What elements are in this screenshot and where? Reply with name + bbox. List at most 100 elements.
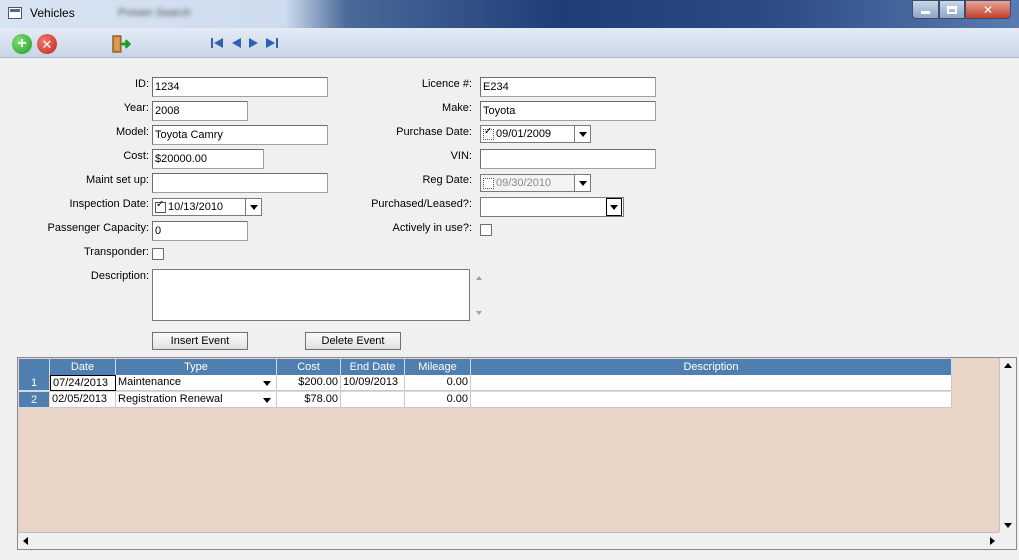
maint-setup-field[interactable]	[152, 173, 328, 193]
purchased-leased-dropdown-icon[interactable]	[606, 198, 622, 216]
cost-label: Cost:	[123, 150, 149, 162]
column-header-date[interactable]: Date	[50, 359, 116, 375]
window-controls: ✕	[912, 0, 1011, 19]
description-scroll-down-icon[interactable]	[476, 311, 482, 315]
maint-setup-label: Maint set up:	[86, 174, 149, 186]
cell-date[interactable]: 07/24/2013	[50, 375, 116, 391]
add-icon: +	[12, 34, 32, 54]
make-label: Make:	[442, 102, 472, 114]
previous-record-icon[interactable]	[229, 36, 243, 50]
vin-field[interactable]	[480, 149, 656, 169]
scroll-up-icon[interactable]	[1004, 363, 1012, 368]
reg-date-value: 09/30/2010	[496, 177, 552, 189]
cell-type[interactable]: Maintenance	[116, 375, 277, 391]
window-subtitle-blurred: Proven Search	[118, 7, 191, 19]
cell-cost[interactable]: $78.00	[277, 392, 341, 408]
transponder-checkbox[interactable]	[152, 248, 164, 260]
scrollbar-corner	[999, 532, 1016, 549]
next-record-icon[interactable]	[247, 36, 261, 50]
licence-field[interactable]: E234	[480, 77, 656, 97]
actively-in-use-label: Actively in use?:	[392, 222, 472, 234]
column-header-mileage[interactable]: Mileage	[405, 359, 471, 375]
delete-button[interactable]: ✕	[37, 34, 57, 54]
column-header-end-date[interactable]: End Date	[341, 359, 405, 375]
reg-date-dropdown-icon[interactable]	[574, 175, 590, 191]
scroll-down-icon[interactable]	[1004, 523, 1012, 528]
cell-cost[interactable]: $200.00	[277, 375, 341, 391]
inspection-date-dropdown-icon[interactable]	[245, 199, 261, 215]
model-field[interactable]: Toyota Camry	[152, 125, 328, 145]
cell-mileage[interactable]: 0.00	[405, 375, 471, 391]
cell-mileage[interactable]: 0.00	[405, 392, 471, 408]
reg-date-label: Reg Date:	[422, 174, 472, 186]
passenger-capacity-field[interactable]: 0	[152, 221, 248, 241]
actively-in-use-checkbox[interactable]	[480, 224, 492, 236]
close-icon: ✕	[982, 2, 994, 17]
scroll-right-icon[interactable]	[990, 537, 995, 545]
cell-date[interactable]: 02/05/2013	[50, 392, 116, 408]
add-button[interactable]: +	[12, 34, 32, 54]
column-header-description[interactable]: Description	[471, 359, 952, 375]
purchase-date-value: 09/01/2009	[496, 128, 552, 140]
insert-event-button[interactable]: Insert Event	[152, 332, 248, 350]
vehicle-form: ID: 1234 Year: 2008 Model: Toyota Camry …	[10, 59, 1019, 350]
events-grid: Date Type Cost End Date Mileage Descript…	[17, 357, 1017, 550]
reg-date-picker[interactable]: 09/30/2010	[480, 174, 591, 192]
id-field[interactable]: 1234	[152, 77, 328, 97]
cell-type[interactable]: Registration Renewal	[116, 392, 277, 408]
cell-description[interactable]	[471, 392, 952, 408]
minimize-button[interactable]	[912, 0, 939, 19]
last-record-icon[interactable]	[265, 36, 279, 50]
inspection-date-picker[interactable]: 10/13/2010	[152, 198, 262, 216]
year-field[interactable]: 2008	[152, 101, 248, 121]
purchase-date-label: Purchase Date:	[396, 126, 472, 138]
cell-end-date[interactable]: 10/09/2013	[341, 375, 405, 391]
toolbar: + ✕	[0, 28, 1019, 58]
model-label: Model:	[115, 126, 149, 138]
vertical-scrollbar[interactable]	[999, 358, 1016, 533]
cell-end-date[interactable]	[341, 392, 405, 408]
year-label: Year:	[123, 102, 149, 114]
type-dropdown-icon[interactable]	[260, 393, 274, 407]
inspection-date-label: Inspection Date:	[69, 198, 150, 210]
exit-button[interactable]	[111, 34, 131, 54]
description-field[interactable]	[152, 269, 470, 321]
cost-field[interactable]: $20000.00	[152, 149, 264, 169]
vin-label: VIN:	[450, 150, 472, 162]
purchase-date-dropdown-icon[interactable]	[574, 126, 590, 142]
column-header-cost[interactable]: Cost	[277, 359, 341, 375]
description-label: Description:	[90, 270, 149, 282]
minimize-icon	[921, 10, 930, 14]
purchased-leased-label: Purchased/Leased?:	[371, 198, 472, 210]
purchase-date-picker[interactable]: 09/01/2009	[480, 125, 591, 143]
horizontal-scrollbar[interactable]	[18, 532, 1000, 549]
cell-type-value: Registration Renewal	[118, 393, 223, 405]
row-number[interactable]: 1	[19, 375, 49, 391]
passenger-capacity-label: Passenger Capacity:	[47, 222, 150, 234]
type-dropdown-icon[interactable]	[260, 376, 274, 390]
delete-event-button[interactable]: Delete Event	[305, 332, 401, 350]
row-number[interactable]: 2	[19, 392, 49, 408]
first-record-icon[interactable]	[210, 36, 224, 50]
exit-door-icon	[112, 35, 131, 53]
maximize-button[interactable]	[939, 0, 965, 19]
licence-label: Licence #:	[421, 78, 472, 90]
description-scroll-up-icon[interactable]	[476, 276, 482, 280]
inspection-date-checkbox[interactable]	[155, 200, 166, 213]
column-header-type[interactable]: Type	[116, 359, 277, 375]
grid-corner-header	[19, 359, 50, 375]
id-label: ID:	[134, 78, 149, 90]
close-button[interactable]: ✕	[965, 0, 1011, 19]
cell-description[interactable]	[471, 375, 952, 391]
reg-date-checkbox[interactable]	[483, 177, 494, 189]
app-window-icon	[8, 7, 22, 19]
make-field[interactable]: Toyota	[480, 101, 656, 121]
window-title: Vehicles	[30, 6, 75, 20]
inspection-date-value: 10/13/2010	[168, 201, 224, 213]
delete-icon: ✕	[37, 34, 57, 54]
purchased-leased-select[interactable]	[480, 197, 624, 217]
cell-type-value: Maintenance	[118, 376, 181, 388]
purchase-date-checkbox[interactable]	[483, 127, 494, 140]
scroll-left-icon[interactable]	[23, 537, 28, 545]
title-bar: Vehicles Proven Search ✕	[0, 0, 1019, 28]
